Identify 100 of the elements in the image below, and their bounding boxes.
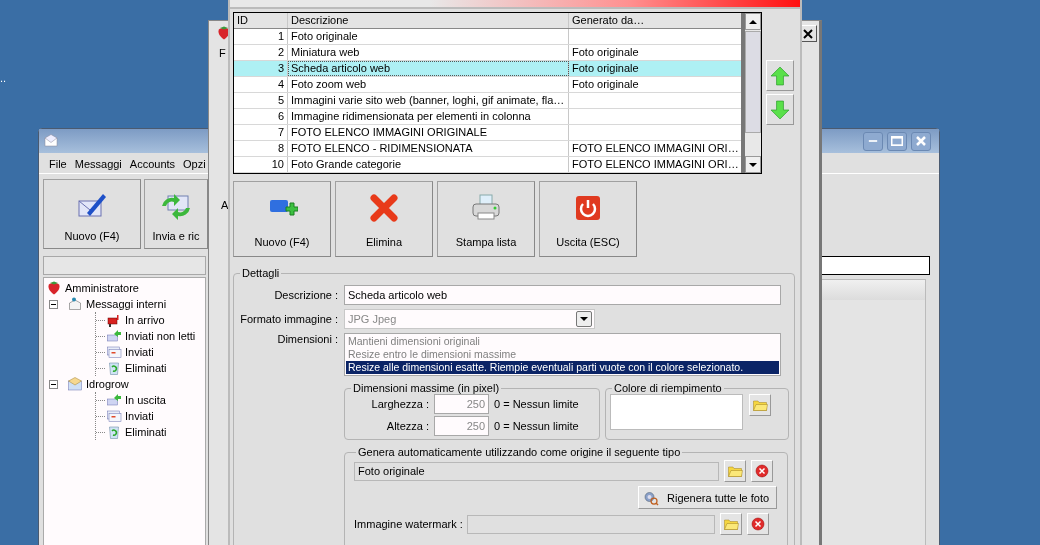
table-row[interactable]: 1 Foto originale bbox=[234, 29, 741, 45]
collapse-icon[interactable] bbox=[49, 379, 58, 389]
envelope-icon bbox=[43, 133, 59, 149]
close-icon bbox=[916, 136, 926, 146]
mailbox-icon bbox=[106, 312, 122, 328]
field-label: Formato immagine : bbox=[239, 313, 338, 325]
list-option[interactable]: Resize alle dimensioni esatte. Riempie eventuali parti vuote con il colore selezionato. bbox=[346, 361, 779, 374]
menu-item[interactable]: Opzi bbox=[179, 157, 210, 173]
field-label: Larghezza : bbox=[370, 398, 429, 410]
caret-icon bbox=[580, 317, 588, 321]
table-cell-text: Foto originale bbox=[571, 61, 640, 76]
table-cell-text: FOTO ELENCO IMMAGINI ORI… bbox=[571, 157, 740, 172]
table-row[interactable]: 8 FOTO ELENCO - RIDIMENSIONATA FOTO ELENCO IMMAGINI ORI… bbox=[234, 141, 741, 157]
group-title: Dimensioni massime (in pixel) bbox=[352, 382, 501, 394]
table-cell-text: Foto originale bbox=[571, 45, 640, 60]
toolbar-button[interactable]: Nuovo (F4) bbox=[233, 181, 331, 257]
list-option[interactable]: Resize entro le dimensioni massime bbox=[346, 348, 779, 361]
menu-item[interactable]: Accounts bbox=[125, 157, 180, 173]
table-cell: FOTO ELENCO IMMAGINI ORIGINALE bbox=[288, 125, 569, 140]
remove-icon bbox=[754, 463, 770, 479]
move-up-button[interactable] bbox=[766, 60, 794, 91]
envelope-icon bbox=[67, 296, 83, 312]
table-cell: 5 bbox=[234, 93, 288, 108]
color-swatch[interactable] bbox=[610, 394, 743, 430]
text-field[interactable] bbox=[820, 256, 930, 275]
tree-item[interactable]: Eliminati bbox=[125, 426, 167, 438]
tree-item[interactable]: In arrivo bbox=[125, 314, 165, 326]
tree-item[interactable]: Messaggi interni bbox=[86, 298, 167, 310]
table-cell: Miniatura web bbox=[288, 45, 569, 60]
toolbar-button[interactable]: Uscita (ESC) bbox=[539, 181, 637, 257]
field-label: Dimensioni : bbox=[276, 333, 338, 345]
table-row[interactable]: 4 Foto zoom web Foto originale bbox=[234, 77, 741, 93]
source-field[interactable]: Foto originale bbox=[354, 461, 719, 481]
tree-item[interactable]: Inviati bbox=[125, 410, 154, 422]
table-cell: 10 bbox=[234, 157, 288, 172]
envelopes-icon bbox=[106, 408, 122, 424]
maximize-icon bbox=[891, 136, 903, 146]
table-cell: 3 bbox=[234, 61, 288, 76]
envelopes-icon bbox=[106, 344, 122, 360]
field-label: Descrizione : bbox=[273, 289, 338, 301]
toolbar-button[interactable]: Stampa lista bbox=[437, 181, 535, 257]
menu-item[interactable]: F bbox=[219, 47, 226, 59]
tree-item[interactable]: Idrogrow bbox=[86, 378, 129, 390]
table-row[interactable]: 3 Scheda articolo web Foto originale bbox=[234, 61, 741, 77]
scrollbar[interactable] bbox=[745, 13, 761, 173]
gear-icon bbox=[643, 489, 659, 506]
browse-button[interactable] bbox=[720, 513, 742, 535]
minimize-button[interactable] bbox=[863, 131, 883, 151]
hint-text: 0 = Nessun limite bbox=[494, 398, 579, 410]
browse-button[interactable] bbox=[749, 394, 771, 416]
remove-icon bbox=[750, 516, 766, 532]
search-field[interactable] bbox=[43, 256, 206, 275]
table-cell-text: Foto originale bbox=[571, 77, 640, 92]
maximize-button[interactable] bbox=[887, 131, 907, 151]
table-row[interactable]: 2 Miniatura web Foto originale bbox=[234, 45, 741, 61]
table-cell: Foto Grande categorie bbox=[288, 157, 569, 172]
menu-item[interactable]: Messaggi bbox=[70, 157, 126, 173]
tree-item[interactable]: Inviati non letti bbox=[125, 330, 196, 342]
group-title: Genera automaticamente utilizzando come origine il seguente tipo bbox=[357, 446, 682, 458]
up-arrow-icon bbox=[769, 64, 791, 87]
clear-button[interactable] bbox=[747, 513, 769, 535]
collapse-icon[interactable] bbox=[49, 299, 58, 309]
field-label: Immagine watermark : bbox=[354, 518, 462, 530]
description-field[interactable]: Scheda articolo web bbox=[344, 285, 781, 305]
tree-item[interactable]: Inviati bbox=[125, 346, 154, 358]
table-row[interactable]: 10 Foto Grande categorie FOTO ELENCO IMMAGINI ORI… bbox=[234, 157, 741, 173]
move-down-button[interactable] bbox=[766, 94, 794, 125]
watermark-field[interactable] bbox=[467, 514, 715, 534]
table-cell: Foto originale bbox=[288, 29, 569, 44]
table-row[interactable]: 5 Immagini varie sito web (banner, loghi, gif animate, fla… bbox=[234, 93, 741, 109]
table-cell: 6 bbox=[234, 109, 288, 124]
table-cell: Immagini varie sito web (banner, loghi, gif animate, fla… bbox=[288, 93, 569, 108]
envelope-icon bbox=[67, 376, 83, 392]
strawberry-icon bbox=[46, 280, 62, 296]
table-cell: 2 bbox=[234, 45, 288, 60]
tree-item[interactable]: In uscita bbox=[125, 394, 166, 406]
table-row[interactable]: 6 Immagine ridimensionata per elementi in colonna bbox=[234, 109, 741, 125]
tree-item[interactable]: Eliminati bbox=[125, 362, 167, 374]
down-arrow-icon bbox=[769, 98, 791, 121]
table-row[interactable]: 7 FOTO ELENCO IMMAGINI ORIGINALE bbox=[234, 125, 741, 141]
browse-button[interactable] bbox=[724, 460, 746, 482]
toolbar-button[interactable]: Invia e ric bbox=[144, 179, 208, 249]
folder-icon bbox=[727, 463, 743, 479]
list-option[interactable]: Mantieni dimensioni originali bbox=[346, 335, 779, 348]
menu-item[interactable]: File bbox=[45, 157, 71, 173]
column-header[interactable]: Descrizione bbox=[288, 13, 569, 28]
table-cell: 7 bbox=[234, 125, 288, 140]
column-header[interactable]: Generato da… bbox=[569, 13, 741, 28]
scroll-up-icon[interactable] bbox=[749, 19, 757, 24]
toolbar-button[interactable]: Nuovo (F4) bbox=[43, 179, 141, 249]
toolbar-button[interactable]: Elimina bbox=[335, 181, 433, 257]
regenerate-button[interactable]: Rigenera tutte le foto bbox=[638, 486, 777, 509]
text-fragment: A bbox=[221, 199, 229, 211]
table-cell: Foto zoom web bbox=[288, 77, 569, 92]
column-header[interactable]: ID bbox=[234, 13, 288, 28]
clear-button[interactable] bbox=[751, 460, 773, 482]
tree-item[interactable]: Amministratore bbox=[65, 282, 139, 294]
envelope-arrow-icon bbox=[106, 392, 122, 408]
recycle-bin-icon bbox=[106, 424, 122, 440]
scroll-down-icon[interactable] bbox=[749, 162, 757, 167]
